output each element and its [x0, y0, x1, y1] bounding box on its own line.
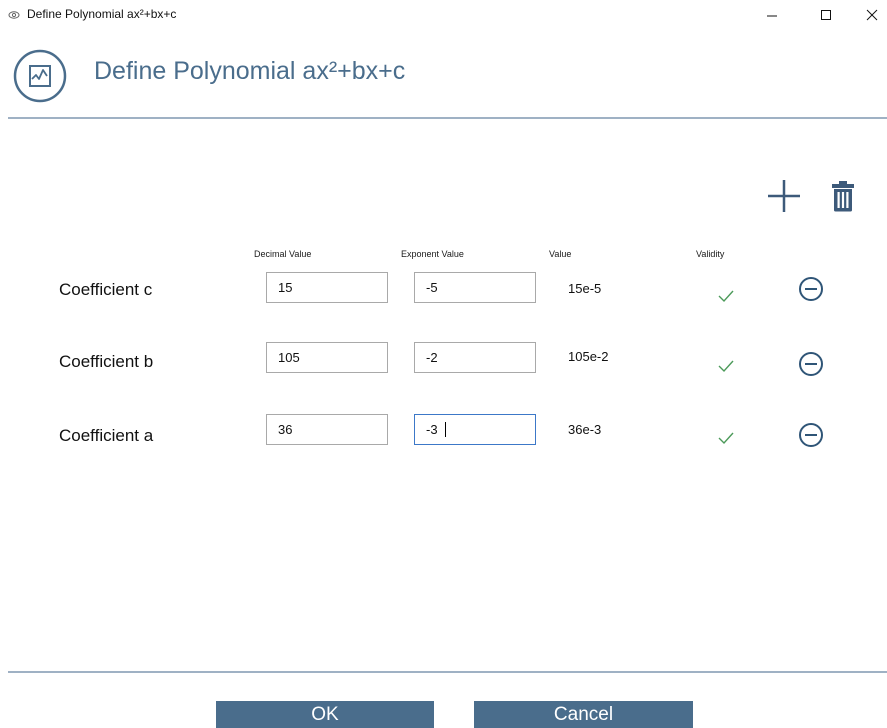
top-divider	[8, 117, 887, 119]
remove-row-c-button[interactable]	[798, 276, 824, 302]
plus-icon	[768, 180, 800, 212]
decimal-input-a[interactable]	[266, 414, 388, 445]
title-bar[interactable]: Define Polynomial ax²+bx+c	[0, 0, 887, 30]
exponent-input-c[interactable]	[414, 272, 536, 303]
computed-value-c: 15e-5	[568, 281, 602, 296]
trash-icon	[832, 181, 854, 212]
valid-check-icon	[718, 432, 734, 445]
decimal-input-b[interactable]	[266, 342, 388, 373]
add-coefficient-button[interactable]	[764, 176, 804, 216]
close-icon	[866, 9, 878, 21]
ok-button[interactable]: OK	[216, 701, 434, 728]
close-button[interactable]	[857, 0, 887, 30]
cancel-button[interactable]: Cancel	[474, 701, 693, 728]
maximize-button[interactable]	[803, 0, 849, 30]
valid-check-icon	[718, 290, 734, 303]
exponent-input-a[interactable]	[414, 414, 536, 445]
minimize-icon	[767, 15, 777, 17]
bottom-divider	[8, 671, 887, 673]
delete-all-button[interactable]	[825, 176, 861, 216]
app-eye-icon	[8, 11, 20, 19]
dialog-window: Define Polynomial ax²+bx+c Define Polyno…	[0, 0, 887, 728]
row-label-coefficient-b: Coefficient b	[59, 352, 154, 371]
computed-value-b: 105e-2	[568, 349, 609, 364]
page-title: Define Polynomial ax²+bx+c	[94, 57, 406, 85]
exponent-input-b[interactable]	[414, 342, 536, 373]
text-caret	[445, 422, 446, 437]
minimize-button[interactable]	[749, 0, 795, 30]
column-header-validity: Validity	[696, 249, 725, 259]
valid-check-icon	[718, 360, 734, 373]
row-label-coefficient-a: Coefficient a	[59, 426, 154, 445]
computed-value-a: 36e-3	[568, 422, 602, 437]
column-header-exponent: Exponent Value	[401, 249, 464, 259]
decimal-input-c[interactable]	[266, 272, 388, 303]
remove-row-b-button[interactable]	[798, 351, 824, 377]
column-header-value: Value	[549, 249, 572, 259]
chart-icon	[13, 49, 67, 103]
maximize-icon	[821, 10, 831, 20]
remove-row-a-button[interactable]	[798, 422, 824, 448]
column-header-decimal: Decimal Value	[254, 249, 312, 259]
row-label-coefficient-c: Coefficient c	[59, 280, 153, 299]
window-title: Define Polynomial ax²+bx+c	[27, 7, 177, 21]
